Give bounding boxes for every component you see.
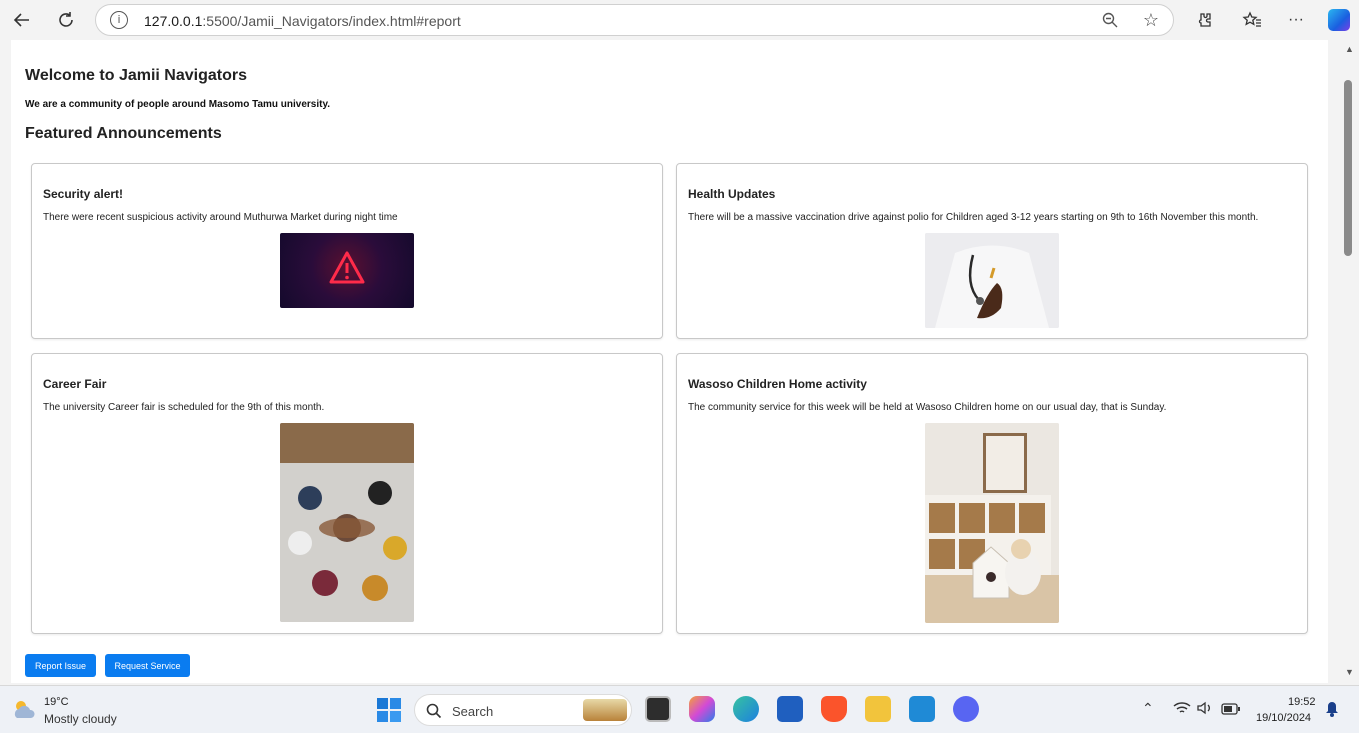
weather-temperature[interactable]: 19°C bbox=[44, 696, 69, 708]
zoom-icon[interactable] bbox=[1101, 11, 1119, 34]
favorites-icon[interactable] bbox=[1237, 5, 1267, 35]
intro-text: We are a community of people around Maso… bbox=[25, 99, 331, 110]
announcement-title: Security alert! bbox=[43, 187, 124, 201]
scrollbar-thumb[interactable] bbox=[1344, 80, 1352, 256]
announcement-card: Wasoso Children Home activity The commun… bbox=[676, 353, 1308, 634]
team-hands-image bbox=[280, 423, 414, 622]
volume-icon[interactable] bbox=[1196, 701, 1214, 720]
store-icon[interactable] bbox=[777, 696, 803, 722]
doctor-vaccine-image bbox=[925, 233, 1059, 328]
weather-icon[interactable] bbox=[11, 698, 39, 725]
address-bar[interactable]: i 127.0.0.1:5500/Jamii_Navigators/index.… bbox=[95, 4, 1174, 36]
report-issue-button[interactable]: Report Issue bbox=[25, 654, 96, 677]
favorite-star-icon[interactable]: ☆ bbox=[1143, 10, 1159, 31]
taskbar-search[interactable]: Search bbox=[414, 694, 632, 726]
task-view-icon[interactable] bbox=[645, 696, 671, 722]
warning-alert-image bbox=[280, 233, 414, 308]
page-title: Welcome to Jamii Navigators bbox=[25, 67, 247, 84]
notification-bell-icon[interactable] bbox=[1325, 701, 1339, 722]
scroll-down-icon[interactable]: ▼ bbox=[1345, 667, 1354, 677]
battery-icon[interactable] bbox=[1221, 702, 1241, 720]
announcement-title: Wasoso Children Home activity bbox=[688, 377, 867, 391]
vscode-icon[interactable] bbox=[909, 696, 935, 722]
search-highlight-icon bbox=[583, 699, 627, 721]
announcement-title: Health Updates bbox=[688, 187, 776, 201]
announcement-text: There will be a massive vaccination driv… bbox=[688, 212, 1259, 223]
copilot-icon[interactable] bbox=[1324, 5, 1354, 35]
scroll-up-icon[interactable]: ▲ bbox=[1345, 44, 1354, 54]
search-label: Search bbox=[452, 704, 494, 719]
url-text[interactable]: 127.0.0.1:5500/Jamii_Navigators/index.ht… bbox=[144, 13, 461, 29]
info-icon[interactable]: i bbox=[110, 11, 128, 29]
refresh-icon[interactable] bbox=[51, 5, 81, 35]
announcement-card: Health Updates There will be a massive v… bbox=[676, 163, 1308, 339]
more-menu-icon[interactable]: ··· bbox=[1281, 5, 1311, 35]
child-playroom-image bbox=[925, 423, 1059, 623]
weather-description[interactable]: Mostly cloudy bbox=[44, 712, 117, 726]
announcement-text: The university Career fair is scheduled … bbox=[43, 402, 325, 413]
clock-date[interactable]: 19/10/2024 bbox=[1256, 712, 1311, 724]
browser-toolbar: i 127.0.0.1:5500/Jamii_Navigators/index.… bbox=[0, 0, 1359, 40]
announcement-card: Career Fair The university Career fair i… bbox=[31, 353, 663, 634]
announcement-card: Security alert! There were recent suspic… bbox=[31, 163, 663, 339]
vertical-scrollbar[interactable]: ▲ ▼ bbox=[1341, 40, 1359, 683]
edge-browser-icon[interactable] bbox=[733, 696, 759, 722]
copilot-app-icon[interactable] bbox=[689, 696, 715, 722]
extensions-icon[interactable] bbox=[1189, 5, 1219, 35]
discord-icon[interactable] bbox=[953, 696, 979, 722]
windows-taskbar: 19°C Mostly cloudy Search ⌃ 19:52 19/10/… bbox=[0, 685, 1359, 733]
file-explorer-icon[interactable] bbox=[865, 696, 891, 722]
search-icon bbox=[426, 703, 442, 724]
announcement-text: The community service for this week will… bbox=[688, 402, 1167, 413]
wifi-icon[interactable] bbox=[1173, 701, 1191, 720]
start-icon[interactable] bbox=[377, 698, 401, 727]
request-service-button[interactable]: Request Service bbox=[105, 654, 190, 677]
announcement-title: Career Fair bbox=[43, 377, 107, 391]
page-viewport: Welcome to Jamii Navigators We are a com… bbox=[11, 40, 1328, 683]
announcement-text: There were recent suspicious activity ar… bbox=[43, 212, 398, 223]
featured-heading: Featured Announcements bbox=[25, 125, 222, 142]
chevron-up-icon[interactable]: ⌃ bbox=[1142, 700, 1154, 717]
clock-time[interactable]: 19:52 bbox=[1288, 696, 1316, 708]
back-icon[interactable] bbox=[7, 5, 37, 35]
brave-browser-icon[interactable] bbox=[821, 696, 847, 722]
